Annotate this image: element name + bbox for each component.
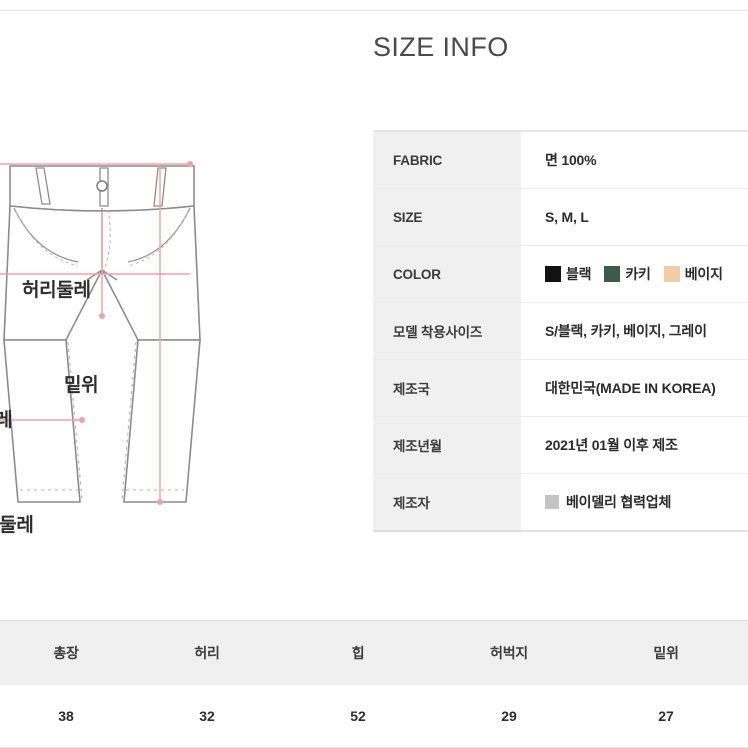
spec-value-size: S, M, L xyxy=(521,189,748,245)
measure-value-cell: 32 xyxy=(199,708,215,724)
measurement-table-value-row: 38 32 52 29 27 xyxy=(0,685,748,748)
color-swatch-beige: 베이지 xyxy=(663,264,723,284)
color-swatch-khaki: 카키 xyxy=(604,264,651,284)
pants-measurement-diagram: 허리둘레 밑위 둘레 안둘레 총길이 xyxy=(0,120,250,540)
spec-value-origin: 대한민국(MADE IN KOREA) xyxy=(521,360,748,416)
measure-value-cell: 52 xyxy=(350,708,366,724)
product-spec-table: FABRIC 면 100% SIZE S, M, L COLOR 블랙 카키 베… xyxy=(373,130,748,532)
color-label-khaki: 카키 xyxy=(625,266,651,282)
manufacturer-line: 베이델리 협력업체 xyxy=(545,492,671,512)
spec-row-manufacture-date: 제조년월 2021년 01월 이후 제조 xyxy=(373,417,748,474)
measurement-table-header-row: 총장 허리 힙 허벅지 밑위 xyxy=(0,621,748,685)
spec-row-manufacturer: 제조자 베이델리 협력업체 xyxy=(373,474,748,532)
measurement-table: 총장 허리 힙 허벅지 밑위 38 32 52 29 27 xyxy=(0,621,748,748)
color-swatch-black: 블랙 xyxy=(545,264,592,284)
color-label-black: 블랙 xyxy=(566,266,592,282)
size-info-page: FO SIZE INFO xyxy=(0,0,748,748)
page-title-size-info: SIZE INFO xyxy=(373,32,509,62)
color-chip-beige-icon xyxy=(663,266,680,282)
spec-key-color: COLOR xyxy=(373,246,521,302)
spec-key-manufacture-date: 제조년월 xyxy=(373,417,521,473)
measure-header-cell: 총장 xyxy=(53,645,79,661)
spec-key-size: SIZE xyxy=(373,189,521,245)
spec-row-size: SIZE S, M, L xyxy=(373,189,748,246)
measure-header-cell: 힙 xyxy=(351,645,365,661)
measure-value-cell: 29 xyxy=(501,708,517,724)
spec-value-color: 블랙 카키 베이지 xyxy=(521,246,748,302)
measure-header-cell: 허벅지 xyxy=(490,645,528,661)
pants-outline-illustration xyxy=(0,161,201,505)
top-divider xyxy=(0,10,748,11)
redaction-block-icon xyxy=(545,495,559,509)
diagram-label-waist: 허리둘레 xyxy=(22,280,91,301)
spec-row-origin: 제조국 대한민국(MADE IN KOREA) xyxy=(373,360,748,417)
color-swatch-list: 블랙 카키 베이지 xyxy=(545,264,723,284)
spec-value-fabric: 면 100% xyxy=(521,132,748,188)
spec-row-fabric: FABRIC 면 100% xyxy=(373,132,748,189)
color-chip-black-icon xyxy=(545,266,561,282)
spec-key-model-size: 모델 착용사이즈 xyxy=(373,303,521,359)
spec-row-color: COLOR 블랙 카키 베이지 xyxy=(373,246,748,303)
measure-header-cell: 밑위 xyxy=(653,645,679,661)
measure-value-cell: 38 xyxy=(58,708,74,724)
measure-value-cell: 27 xyxy=(658,708,674,724)
spec-row-model-size: 모델 착용사이즈 S/블랙, 카키, 베이지, 그레이 xyxy=(373,303,748,360)
spec-value-model-size: S/블랙, 카키, 베이지, 그레이 xyxy=(521,303,748,359)
color-chip-khaki-icon xyxy=(604,266,621,282)
manufacturer-text: 베이델리 협력업체 xyxy=(566,494,672,510)
spec-value-manufacturer: 베이델리 협력업체 xyxy=(521,474,748,530)
spec-key-fabric: FABRIC xyxy=(373,132,521,188)
diagram-label-thigh: 안둘레 xyxy=(0,515,34,536)
spec-key-origin: 제조국 xyxy=(373,360,521,416)
diagram-label-rise: 밑위 xyxy=(64,375,99,396)
spec-key-manufacturer: 제조자 xyxy=(373,474,521,530)
color-label-beige: 베이지 xyxy=(684,266,723,282)
spec-value-manufacture-date: 2021년 01월 이후 제조 xyxy=(521,417,748,473)
measure-header-cell: 허리 xyxy=(194,645,220,661)
diagram-label-hip: 둘레 xyxy=(0,410,13,431)
